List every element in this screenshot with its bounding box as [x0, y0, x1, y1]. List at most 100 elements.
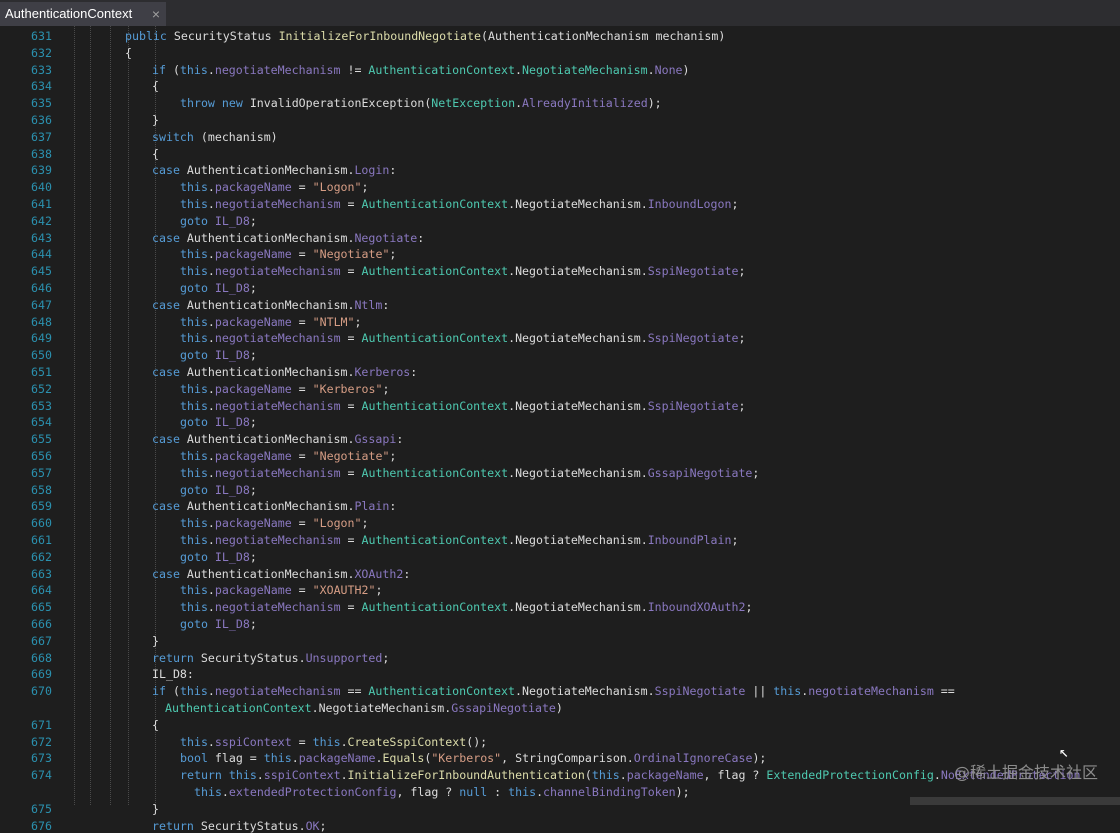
line-code: }: [152, 113, 159, 127]
code-token: goto: [180, 348, 215, 363]
code-token: SspiNegotiate: [647, 264, 739, 279]
code-token: sspiContext: [214, 734, 292, 749]
code-token: .: [207, 533, 215, 547]
code-token: AuthenticationMechanism.: [186, 230, 355, 245]
code-token: AuthenticationMechanism.: [186, 432, 355, 447]
line-code: goto IL_D8;: [180, 281, 257, 295]
tab-authentication-context[interactable]: AuthenticationContext ×: [0, 2, 166, 26]
code-token: SecurityStatus: [173, 29, 279, 43]
code-token: case: [152, 365, 187, 379]
code-token: this: [179, 684, 208, 699]
line-number: 648: [31, 314, 52, 329]
code-token: ;: [319, 818, 327, 833]
code-token: .: [515, 62, 522, 77]
line-code: IL_D8:: [152, 667, 194, 681]
code-token: SspiNegotiate: [647, 331, 739, 346]
code-token: goto: [180, 549, 215, 564]
code-token: IL_D8: [214, 415, 250, 430]
code-token: AuthenticationContext: [361, 264, 509, 279]
code-token: ;: [738, 331, 746, 346]
code-token: =: [291, 734, 313, 749]
code-token: :: [417, 230, 425, 245]
close-icon[interactable]: ×: [152, 2, 160, 26]
code-token: packageName: [626, 768, 704, 783]
line-code: goto IL_D8;: [180, 617, 257, 631]
code-token: {: [152, 79, 159, 94]
code-token: =: [291, 449, 313, 463]
code-token: AuthenticationContext: [165, 701, 312, 715]
line-code: this.negotiateMechanism = Authentication…: [180, 600, 752, 614]
line-number: 635: [31, 96, 52, 111]
code-token: .: [207, 465, 215, 480]
code-token: ;: [382, 650, 390, 665]
line-number: 631: [31, 29, 52, 43]
code-token: ;: [731, 533, 739, 547]
code-token: ): [682, 62, 690, 77]
line-number: 666: [31, 617, 52, 631]
line-number: 640: [31, 180, 52, 195]
code-token: flag =: [214, 751, 264, 766]
code-token: AlreadyInitialized: [522, 96, 648, 111]
code-token: .: [207, 381, 215, 396]
indent-guide: [110, 26, 111, 805]
code-token: .: [207, 264, 215, 279]
line-number: 668: [31, 650, 52, 665]
code-token: switch: [152, 129, 201, 144]
line-code: this.packageName = "Negotiate";: [180, 247, 396, 261]
line-code: return SecurityStatus.Unsupported;: [152, 651, 389, 665]
code-token: goto: [180, 617, 215, 631]
tab-bar: AuthenticationContext ×: [0, 0, 1120, 26]
code-token: ();: [466, 734, 488, 749]
code-token: case: [152, 566, 187, 581]
code-token: NegotiateMechanism.: [515, 264, 648, 279]
code-token: ==: [340, 684, 369, 699]
code-token: AuthenticationMechanism.: [186, 297, 355, 312]
code-token: .: [340, 734, 348, 749]
line-number: 660: [31, 516, 52, 531]
line-number: 643: [31, 230, 52, 245]
code-token: this: [180, 314, 208, 329]
code-token: InitializeForInboundAuthentication: [347, 768, 585, 783]
code-token: "Negotiate": [312, 247, 390, 262]
line-code: case AuthenticationMechanism.Kerberos:: [152, 365, 417, 379]
code-token: InvalidOperationException(: [249, 96, 432, 111]
code-token: this: [180, 381, 208, 396]
code-token: "Kerberos": [312, 381, 383, 396]
code-token: null: [459, 785, 488, 799]
line-code: case AuthenticationMechanism.Plain:: [152, 499, 396, 513]
line-number: 670: [31, 684, 52, 699]
code-token: InboundXOAuth2: [647, 600, 746, 615]
line-number: 653: [31, 398, 52, 413]
code-token: this: [180, 398, 208, 413]
code-token: packageName: [214, 516, 292, 531]
code-token: NetException: [431, 96, 516, 111]
code-token: Unsupported: [305, 650, 383, 665]
code-token: =: [340, 600, 362, 615]
code-token: AuthenticationContext: [368, 62, 515, 77]
line-code: case AuthenticationMechanism.Ntlm:: [152, 298, 389, 312]
code-token: packageName: [298, 751, 376, 766]
code-token: .: [933, 768, 941, 783]
line-number: 657: [31, 465, 52, 480]
code-token: AuthenticationContext: [361, 331, 509, 346]
line-code: case AuthenticationMechanism.Login:: [152, 163, 396, 177]
code-token: extendedProtectionConfig: [228, 785, 397, 799]
code-token: return: [152, 818, 201, 833]
line-number: 633: [31, 62, 52, 77]
code-token: NegotiateMechanism.: [515, 331, 648, 346]
code-editor[interactable]: 631 public SecurityStatus InitializeForIn…: [0, 26, 1120, 833]
line-code: }: [152, 802, 159, 816]
code-token: negotiateMechanism: [214, 684, 341, 699]
code-token: }: [152, 113, 159, 127]
line-code: {: [152, 718, 159, 732]
code-token: !=: [340, 62, 369, 77]
code-token: "Logon": [312, 516, 362, 531]
code-token: this: [180, 331, 208, 346]
code-token: negotiateMechanism: [214, 62, 341, 77]
line-number: 639: [31, 163, 52, 178]
code-token: this: [180, 197, 208, 211]
line-code: public SecurityStatus InitializeForInbou…: [125, 29, 725, 43]
code-token: :: [396, 432, 404, 447]
code-token: AuthenticationContext: [361, 398, 509, 413]
code-token: Plain: [354, 499, 390, 514]
